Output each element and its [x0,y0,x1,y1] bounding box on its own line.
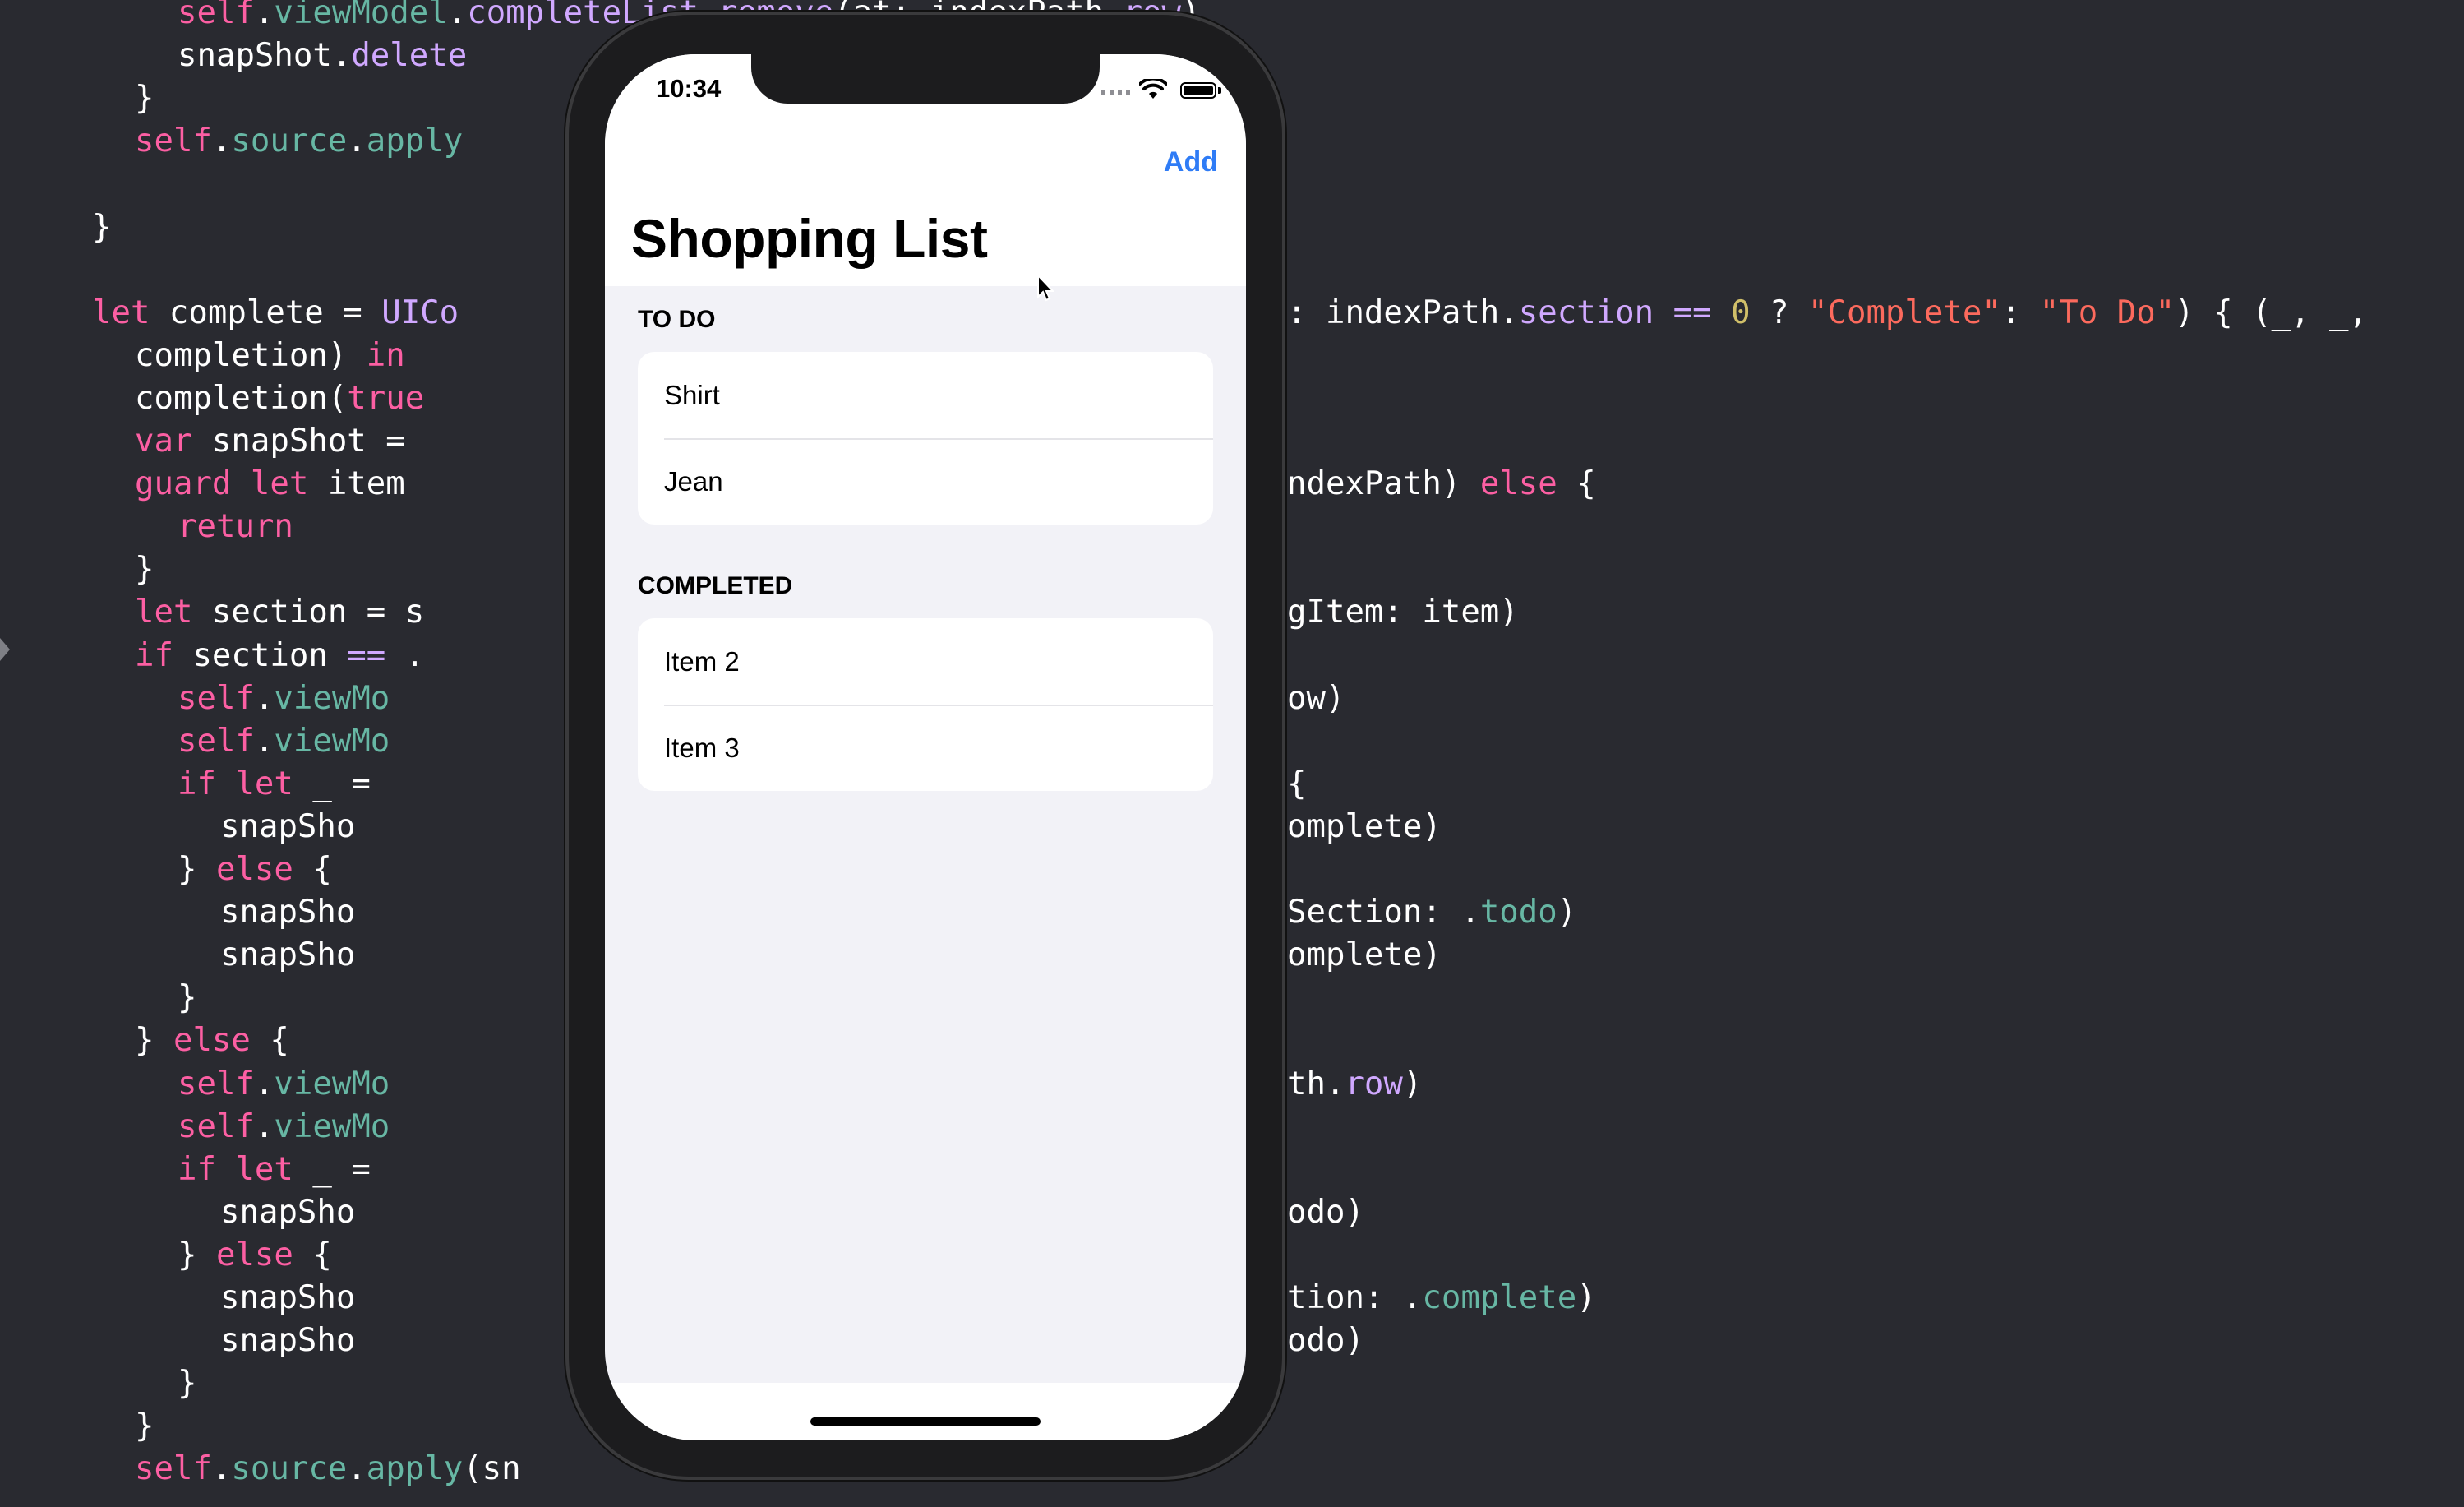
code-line-fragment: ow) [1287,679,1345,717]
battery-icon [1180,82,1216,99]
simulator-screen: 10:34 Add Shopping List TO DO Shirt Jean… [605,54,1246,1440]
code-line: let complete = UICo [92,294,459,331]
code-line: completion(true [135,379,425,417]
code-line-fragment: : indexPath.section == 0 ? "Complete": "… [1287,294,2368,331]
code-line: snapSho [220,936,356,974]
cellular-signal-icon [1101,90,1131,95]
code-line: self.viewMo [178,679,390,717]
code-line: } [135,1408,155,1445]
code-line-fragment: omplete) [1287,936,1442,974]
section-header-completed: COMPLETED [638,572,793,599]
code-line: guard let item [135,465,405,503]
gutter-disclosure-icon[interactable] [0,638,10,661]
code-line: if let _ = [178,765,371,802]
code-line: } else { [135,1022,289,1060]
code-line-fragment: { [1287,765,1307,802]
code-line-fragment: omplete) [1287,807,1442,845]
code-line: } [178,979,197,1017]
home-indicator[interactable] [810,1417,1041,1426]
code-line: snapShot.delete [178,37,468,75]
code-line: snapSho [220,1279,356,1316]
code-line-fragment: Section: .todo) [1287,894,1577,931]
code-line-fragment: ndexPath) else { [1287,465,1596,503]
device-notch [751,54,1100,104]
code-line: return [178,508,293,546]
code-line: self.viewMo [178,1107,390,1145]
completed-list: Item 2 Item 3 [638,618,1213,791]
list-item[interactable]: Jean [638,438,1213,525]
code-line: snapSho [220,1193,356,1231]
page-title: Shopping List [631,208,988,269]
code-line-fragment: odo) [1287,1322,1364,1360]
code-line-fragment: th.row) [1287,1065,1423,1103]
add-button[interactable]: Add [1164,146,1218,178]
code-line: } [135,551,155,589]
list-item[interactable]: Item 2 [638,618,1213,705]
code-line: completion) in [135,336,405,374]
wifi-icon [1139,79,1167,99]
mouse-pointer-icon [1037,275,1055,302]
code-line: self.viewMo [178,722,390,760]
code-line: if section == . [135,636,425,674]
code-line: } [92,208,112,246]
status-time: 10:34 [656,74,722,103]
code-line: var snapShot = [135,423,405,460]
code-line: self.source.apply(sn [135,1450,521,1488]
code-line: snapSho [220,807,356,845]
code-line-fragment: gItem: item) [1287,594,1519,631]
code-line: snapSho [220,894,356,931]
code-line: } [178,1365,197,1403]
list-item[interactable]: Shirt [638,352,1213,438]
code-line: if let _ = [178,1150,371,1188]
bottom-safe-area [605,1383,1246,1440]
code-line: } [135,80,155,118]
todo-list: Shirt Jean [638,352,1213,525]
section-header-todo: TO DO [638,306,716,333]
code-line: self.source.apply [135,123,464,160]
code-line: let section = s [135,594,425,631]
code-line-fragment: odo) [1287,1193,1364,1231]
code-line: snapSho [220,1322,356,1360]
code-line: self.viewMo [178,1065,390,1103]
code-line: } else { [178,1236,332,1274]
code-line: } else { [178,851,332,888]
list-item[interactable]: Item 3 [638,705,1213,791]
battery-tip [1218,87,1221,94]
code-line-fragment: tion: .complete) [1287,1279,1596,1316]
